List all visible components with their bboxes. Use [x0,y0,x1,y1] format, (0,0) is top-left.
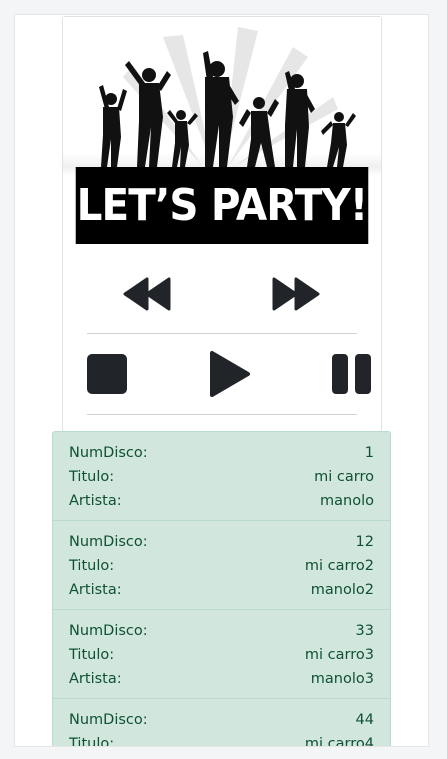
num-label: NumDisco: [69,712,148,728]
music-player-card: LET’S PARTY! [62,16,382,432]
party-banner: LET’S PARTY! [63,17,381,244]
list-item[interactable]: NumDisco: 33 Titulo: mi carro3 Artista: man… [53,610,390,699]
stop-icon[interactable] [85,352,129,396]
title-label: Titulo: [69,558,115,574]
title-value: mi carro [314,469,374,485]
fast-forward-icon[interactable] [270,275,320,313]
num-label: NumDisco: [69,534,148,550]
artist-value: manolo2 [310,582,374,598]
rewind-icon[interactable] [123,275,173,313]
artist-label: Artista: [69,493,122,509]
num-label: NumDisco: [69,445,148,461]
artist-value: manolo [320,493,374,509]
dancers-silhouette-image [99,27,356,167]
controls-divider [87,333,357,334]
pause-icon[interactable] [331,352,375,396]
artist-label: Artista: [69,671,122,687]
title-value: mi carro2 [304,558,374,574]
title-value: mi carro4 [304,736,374,747]
num-value: 1 [364,445,374,461]
num-value: 12 [355,534,374,550]
num-value: 44 [355,712,374,728]
title-label: Titulo: [69,647,115,663]
play-icon[interactable] [208,349,252,399]
title-label: Titulo: [69,736,115,747]
list-item[interactable]: NumDisco: 12 Titulo: mi carro2 Artista: man… [53,521,390,610]
title-label: Titulo: [69,469,115,485]
num-label: NumDisco: [69,623,148,639]
list-item[interactable]: NumDisco:44 Titulo:mi carro4 Artista:man… [53,699,390,747]
banner-title: LET’S PARTY! [75,167,369,244]
artist-value: manolo3 [310,671,374,687]
title-value: mi carro3 [304,647,374,663]
controls-divider-bottom [87,414,357,415]
list-item[interactable]: NumDisco: 1 Titulo: mi carro Artista: manol… [53,432,390,521]
artist-label: Artista: [69,582,122,598]
disc-list: NumDisco: 1 Titulo: mi carro Artista: manol… [52,431,391,747]
num-value: 33 [355,623,374,639]
page-container: LET’S PARTY! NumDisco: 1 Titulo: mi carr… [14,14,429,747]
